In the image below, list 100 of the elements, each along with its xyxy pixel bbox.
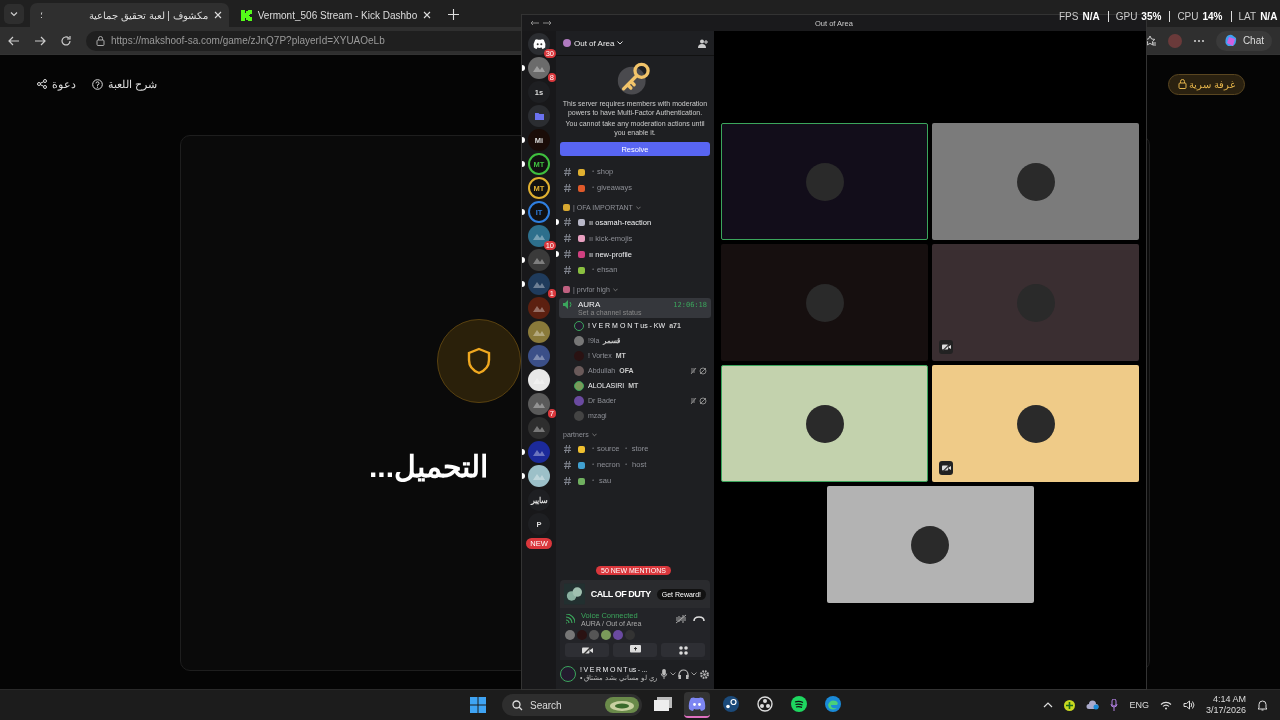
kick-logo-icon bbox=[240, 9, 252, 21]
server-icon[interactable] bbox=[528, 465, 550, 487]
back-icon[interactable] bbox=[530, 20, 539, 26]
lock-icon bbox=[96, 35, 105, 46]
stat-value: N/A bbox=[1082, 11, 1100, 22]
camera-off-icon bbox=[581, 645, 593, 655]
chevron-icon bbox=[612, 287, 618, 292]
user-avatar[interactable] bbox=[560, 666, 576, 682]
participant-avatar[interactable] bbox=[601, 630, 611, 640]
server-icon[interactable] bbox=[528, 369, 550, 391]
hash-icon bbox=[564, 234, 571, 242]
settings-icon[interactable] bbox=[699, 668, 710, 680]
clock[interactable]: 4:14 AM 3/17/2026 bbox=[1205, 694, 1246, 716]
browser-tab[interactable]: Vermont_506 Stream - Kick Dashbo bbox=[230, 3, 439, 27]
activities-button[interactable] bbox=[661, 643, 705, 657]
participant-avatar bbox=[1016, 404, 1055, 443]
invite-people-icon[interactable] bbox=[698, 38, 708, 48]
share-icon bbox=[37, 79, 47, 89]
video-tile[interactable] bbox=[721, 365, 928, 482]
nav-link[interactable]: شرح اللعبة bbox=[90, 75, 160, 93]
participant-avatar[interactable] bbox=[565, 630, 575, 640]
hash-icon bbox=[564, 168, 571, 176]
new-tab-icon[interactable] bbox=[448, 9, 460, 20]
language-indicator[interactable]: ENG bbox=[1129, 700, 1149, 710]
hash-icon bbox=[564, 184, 571, 192]
loading-text: التحميل... bbox=[369, 449, 488, 484]
nav-link[interactable]: دعوة bbox=[35, 75, 78, 93]
screen-share-icon bbox=[629, 645, 641, 655]
video-tile[interactable] bbox=[826, 486, 1034, 603]
reload-icon[interactable] bbox=[60, 34, 72, 47]
participant-avatar bbox=[805, 162, 844, 201]
search-field[interactable]: Search bbox=[502, 694, 642, 716]
screen-share-button[interactable] bbox=[613, 643, 657, 657]
muted-icon bbox=[690, 366, 708, 375]
microphone-icon[interactable] bbox=[660, 668, 668, 680]
chevron-icon bbox=[635, 205, 641, 210]
unread-indicator bbox=[522, 161, 525, 167]
stat-label: LAT bbox=[1238, 11, 1257, 22]
cloud-icon[interactable] bbox=[1086, 700, 1100, 710]
browser-tab[interactable]: ؛ مكشوف | لعبة تحقيق جماعية bbox=[30, 3, 229, 27]
back-icon[interactable] bbox=[8, 34, 20, 47]
server-icon[interactable] bbox=[528, 57, 550, 79]
headphones-icon[interactable] bbox=[678, 669, 689, 679]
chevron-icon bbox=[617, 41, 624, 45]
tab-title: Vermont_506 Stream - Kick Dashbo bbox=[257, 9, 418, 21]
hash-icon bbox=[564, 477, 571, 485]
stat-value: 14% bbox=[1202, 11, 1223, 22]
grid-icon bbox=[678, 645, 688, 655]
microphone-icon[interactable] bbox=[1110, 699, 1119, 711]
help-icon bbox=[92, 78, 103, 90]
noise-suppression-icon[interactable] bbox=[675, 614, 687, 624]
unread-indicator bbox=[522, 65, 525, 71]
camera-off-button[interactable] bbox=[565, 643, 609, 657]
signal-icon bbox=[565, 614, 575, 624]
hash-icon bbox=[564, 250, 571, 258]
channel-name: AURA bbox=[578, 300, 601, 309]
video-tile[interactable] bbox=[721, 244, 928, 361]
close-icon[interactable] bbox=[213, 11, 222, 19]
caret-icon[interactable] bbox=[1043, 702, 1054, 708]
volume-icon[interactable] bbox=[1182, 700, 1195, 710]
secret-room-button[interactable]: غرفة سرية bbox=[1168, 73, 1245, 95]
discord-app-icon[interactable] bbox=[684, 692, 710, 718]
video-tile[interactable] bbox=[721, 123, 928, 240]
server-icon[interactable] bbox=[528, 393, 550, 415]
camera-off-icon bbox=[939, 461, 953, 475]
video-tile[interactable] bbox=[932, 123, 1139, 240]
start-icon[interactable] bbox=[470, 697, 486, 713]
camera-off-icon bbox=[939, 340, 953, 354]
notification-bell-icon[interactable] bbox=[1257, 699, 1268, 711]
muted-icon bbox=[690, 396, 708, 405]
participant-avatar bbox=[911, 525, 949, 564]
participant-avatar bbox=[805, 283, 844, 322]
unread-indicator bbox=[522, 281, 525, 287]
wifi-icon[interactable] bbox=[1159, 700, 1172, 710]
participant-avatar bbox=[805, 404, 844, 443]
unread-indicator bbox=[522, 209, 525, 215]
forward-icon[interactable] bbox=[543, 20, 552, 26]
chevron-icon bbox=[9, 9, 19, 19]
unread-indicator bbox=[522, 257, 525, 263]
forward-icon[interactable] bbox=[34, 34, 46, 47]
hash-icon bbox=[564, 266, 571, 274]
video-tile[interactable] bbox=[932, 365, 1139, 482]
game-logo: CALL OF DUTY bbox=[590, 589, 651, 599]
folder-icon[interactable] bbox=[528, 105, 550, 127]
tray-app-icon[interactable] bbox=[1064, 699, 1076, 711]
stat-label: GPU bbox=[1115, 11, 1138, 22]
tab-favicon: ؛ bbox=[40, 10, 43, 20]
video-tile[interactable] bbox=[932, 244, 1139, 361]
stat-value: 35% bbox=[1141, 11, 1162, 22]
chevron-icon[interactable] bbox=[670, 672, 676, 676]
disconnect-icon[interactable] bbox=[693, 616, 705, 622]
server-icon[interactable] bbox=[528, 321, 550, 343]
chevron-icon[interactable] bbox=[691, 672, 697, 676]
tab-list-button[interactable] bbox=[4, 4, 24, 24]
search-icon bbox=[512, 699, 523, 711]
close-icon[interactable] bbox=[423, 11, 432, 19]
more-icon[interactable] bbox=[1192, 38, 1205, 43]
server-name-menu[interactable]: Out of Area bbox=[563, 38, 624, 48]
unread-indicator bbox=[522, 137, 525, 143]
chat-button[interactable]: Chat bbox=[1215, 30, 1272, 51]
